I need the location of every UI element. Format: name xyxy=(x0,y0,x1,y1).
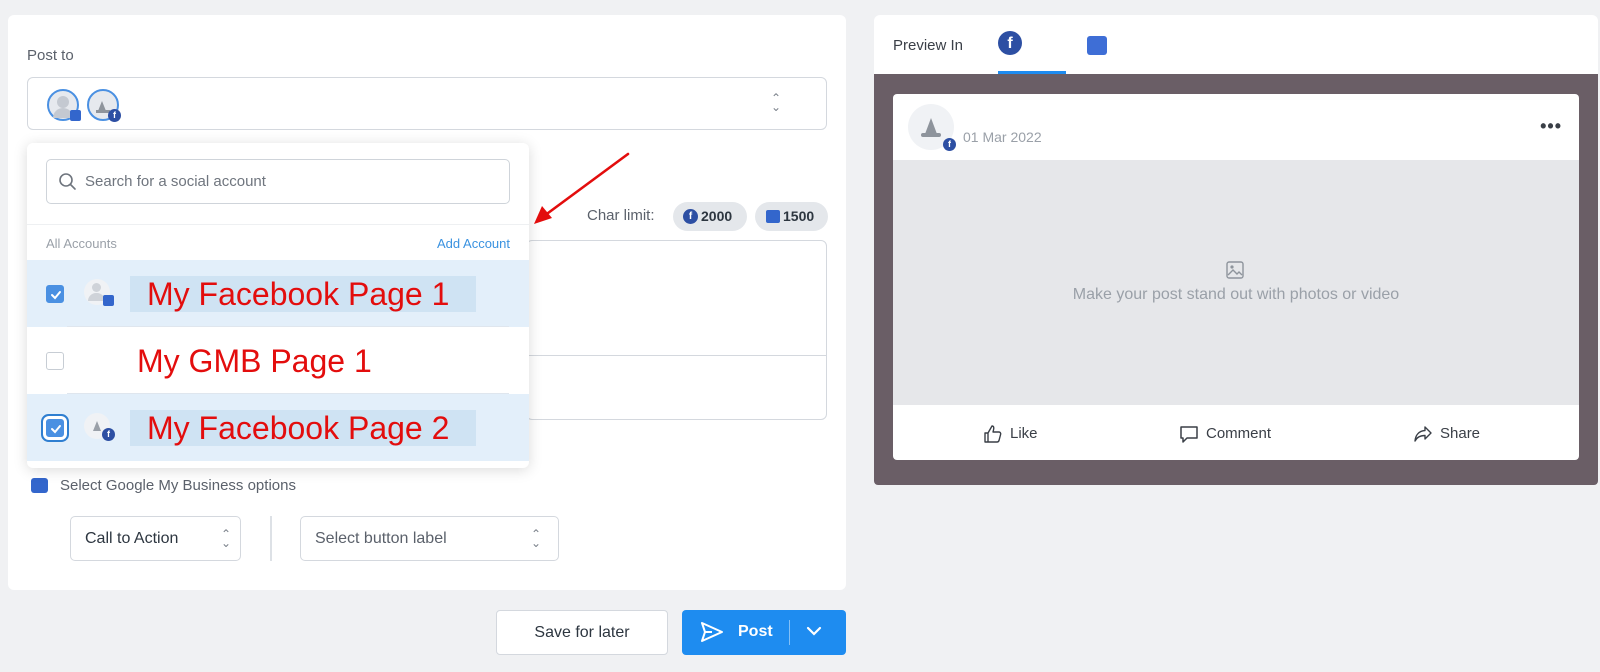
account-name: My Facebook Page 1 xyxy=(147,276,450,312)
media-prompt: Make your post stand out with photos or … xyxy=(1072,286,1400,303)
post-to-label: Post to xyxy=(27,47,74,64)
send-icon xyxy=(701,622,723,642)
options-divider xyxy=(270,516,272,561)
facebook-preview-tab[interactable]: f xyxy=(998,31,1022,55)
account-name: My Facebook Page 2 xyxy=(147,410,450,446)
call-to-action-label: Call to Action xyxy=(85,530,179,547)
facebook-badge-icon: f xyxy=(943,138,956,151)
button-label-placeholder: Select button label xyxy=(315,530,447,547)
preview-title: Preview In xyxy=(893,37,964,54)
save-for-later-button[interactable]: Save for later xyxy=(496,610,668,655)
thumbs-up-icon xyxy=(984,425,1002,443)
media-placeholder[interactable]: Make your post stand out with photos or … xyxy=(893,160,1579,405)
chevron-updown-icon: ⌃ ⌄ xyxy=(221,527,232,550)
account-dropdown: All Accounts Add Account My Facebook Pag… xyxy=(27,143,529,468)
account-checkbox[interactable] xyxy=(46,419,64,437)
account-name: My GMB Page 1 xyxy=(137,343,372,379)
post-to-select[interactable]: f ⌃ ⌄ xyxy=(27,77,827,130)
call-to-action-select[interactable]: Call to Action ⌃ ⌄ xyxy=(70,516,241,561)
facebook-badge-icon: f xyxy=(102,428,115,441)
annotation-arrow xyxy=(534,152,630,224)
gmb-options-label: Select Google My Business options xyxy=(60,477,296,494)
share-label: Share xyxy=(1440,425,1481,442)
gmb-icon xyxy=(766,210,780,223)
search-icon xyxy=(59,173,76,190)
facebook-post-preview: f 01 Mar 2022 ••• Make your post stand o… xyxy=(893,94,1579,460)
gmb-preview-tab[interactable] xyxy=(1087,36,1107,55)
account-row[interactable]: My GMB Page 1 xyxy=(27,327,529,394)
header-divider xyxy=(27,224,529,225)
like-label: Like xyxy=(1010,425,1038,442)
share-icon xyxy=(1414,426,1432,442)
account-row[interactable]: My Facebook Page 1 xyxy=(27,260,529,327)
chevron-down-icon[interactable] xyxy=(806,625,822,637)
facebook-account-avatar: f xyxy=(87,89,121,122)
post-date: 01 Mar 2022 xyxy=(963,129,1042,145)
gmb-badge-icon xyxy=(70,110,81,121)
chevron-updown-icon: ⌃ ⌄ xyxy=(531,527,542,550)
all-accounts-label: All Accounts xyxy=(46,236,117,251)
button-label-select[interactable]: Select button label ⌃ ⌄ xyxy=(300,516,559,561)
account-checkbox[interactable] xyxy=(46,352,64,370)
post-label: Post xyxy=(738,623,773,640)
textarea-divider xyxy=(527,355,826,356)
facebook-char-limit-badge: f 2000 xyxy=(673,202,747,231)
account-search[interactable] xyxy=(46,159,510,204)
more-options-icon[interactable]: ••• xyxy=(1540,116,1562,137)
gmb-icon xyxy=(31,478,48,493)
facebook-badge-icon: f xyxy=(108,109,121,122)
gmb-badge-icon xyxy=(103,295,114,306)
facebook-icon: f xyxy=(683,209,698,224)
gmb-char-limit-badge: 1500 xyxy=(755,202,828,231)
account-row[interactable]: f My Facebook Page 2 xyxy=(27,394,529,461)
add-account-link[interactable]: Add Account xyxy=(437,236,510,251)
preview-card: Preview In f f 01 Mar 2022 ••• Make your… xyxy=(874,15,1598,485)
search-input[interactable] xyxy=(85,160,505,203)
chevron-updown-icon: ⌃ ⌄ xyxy=(771,91,782,114)
gmb-account-avatar xyxy=(47,89,81,121)
post-button-divider xyxy=(789,620,790,645)
post-content-textarea[interactable] xyxy=(526,240,827,420)
image-icon xyxy=(1226,261,1244,279)
post-actions: Like Comment Share xyxy=(893,405,1579,460)
comment-icon xyxy=(1180,426,1198,443)
account-checkbox[interactable] xyxy=(46,285,64,303)
comment-label: Comment xyxy=(1206,425,1272,442)
facebook-account-avatar: f xyxy=(84,413,115,441)
page-avatar: f xyxy=(908,104,956,151)
gmb-account-avatar xyxy=(84,279,114,306)
post-button[interactable]: Post xyxy=(682,610,846,655)
preview-frame: f 01 Mar 2022 ••• Make your post stand o… xyxy=(874,74,1598,485)
